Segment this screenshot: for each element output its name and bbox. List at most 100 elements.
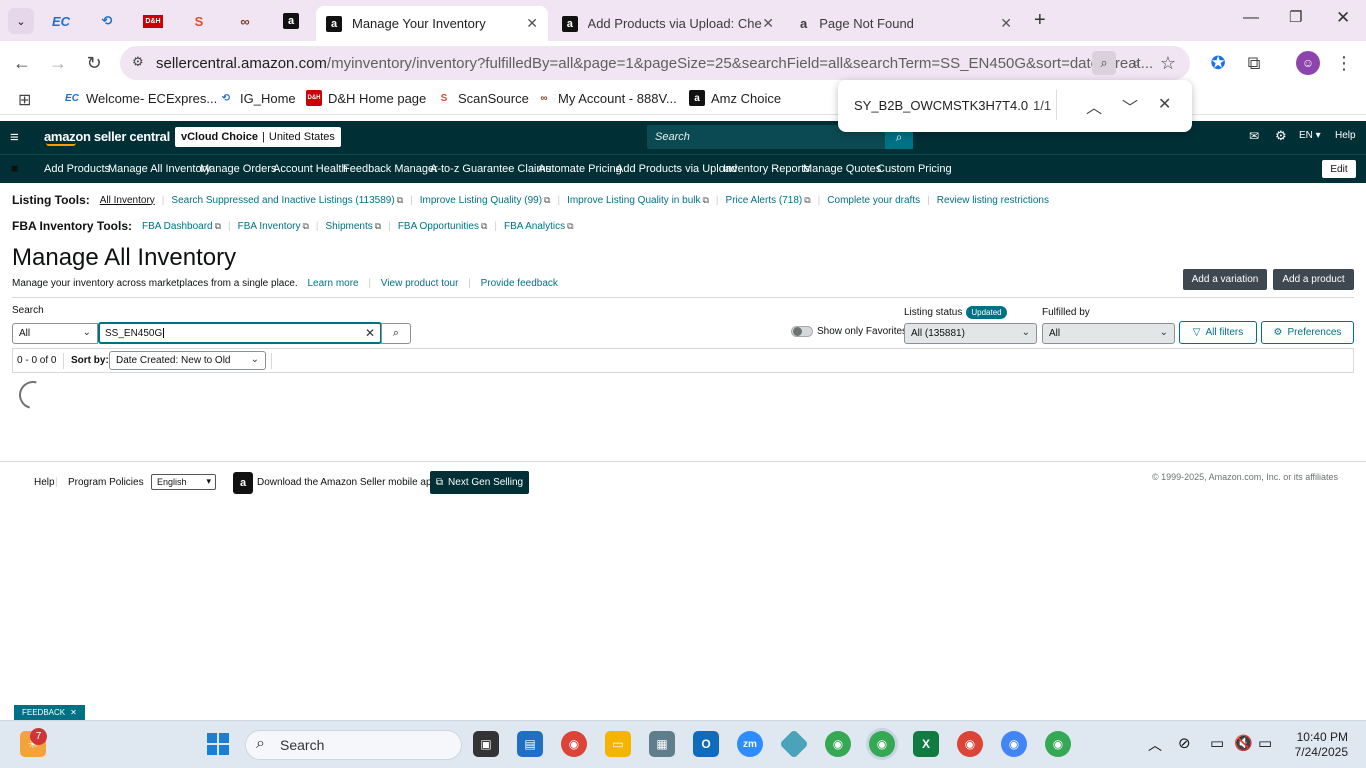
find-input[interactable]: SY_B2B_OWCMSTK3H7T4.0 <box>854 98 1028 113</box>
link-provide-feedback[interactable]: Provide feedback <box>481 278 558 289</box>
nav-automate-pricing[interactable]: Automate Pricing <box>538 163 622 175</box>
nav-edit-button[interactable]: Edit <box>1322 160 1356 178</box>
task-view-icon[interactable]: ▣ <box>473 731 499 757</box>
apps-grid-icon[interactable]: ⊞ <box>18 90 31 110</box>
chevron-up-icon[interactable]: ︿ <box>1086 94 1102 118</box>
pinned-tab-dh[interactable]: D&H <box>138 6 168 36</box>
forward-button[interactable]: → <box>46 51 70 75</box>
pinned-tab-scansource[interactable]: S <box>184 6 214 36</box>
search-input[interactable]: SS_EN450G ✕ <box>98 322 382 344</box>
link-improve-listing-quality[interactable]: Improve Listing Quality (99) <box>420 195 542 206</box>
bookmark-amz-choice[interactable]: a Amz Choice <box>689 90 781 106</box>
link-all-inventory[interactable]: All Inventory <box>100 195 155 206</box>
site-info-icon[interactable]: ⚙ <box>132 54 144 70</box>
battery-icon[interactable]: ▭ <box>1258 734 1272 752</box>
link-review-restrictions[interactable]: Review listing restrictions <box>937 195 1049 206</box>
link-fba-analytics[interactable]: FBA Analytics <box>504 221 565 232</box>
find-in-page-icon[interactable]: ⌕ <box>1092 51 1116 75</box>
gear-icon[interactable]: ⚙ <box>1275 128 1287 144</box>
windows-start-icon[interactable] <box>205 731 231 757</box>
link-learn-more[interactable]: Learn more <box>307 278 358 289</box>
tab-add-products-upload[interactable]: a Add Products via Upload: Chec ✕ <box>552 6 784 41</box>
bookmark-icon[interactable]: ◼ <box>11 163 18 174</box>
link-improve-quality-bulk[interactable]: Improve Listing Quality in bulk <box>567 195 700 206</box>
chrome-profile-active-icon[interactable]: ◉ <box>869 731 895 757</box>
maximize-button[interactable]: ❐ <box>1289 8 1302 26</box>
pinned-tab-amazon[interactable]: a <box>276 6 306 36</box>
tab-manage-inventory[interactable]: a Manage Your Inventory ✕ <box>316 6 548 41</box>
close-icon[interactable]: ✕ <box>1000 15 1012 32</box>
bookmark-ecexpress[interactable]: EC Welcome- ECExpres... <box>64 90 217 106</box>
account-switcher[interactable]: vCloud Choice | United States <box>175 127 341 147</box>
pinned-tab-ec[interactable]: EC <box>46 6 76 36</box>
close-icon[interactable]: ✕ <box>1158 94 1171 114</box>
link-shipments[interactable]: Shipments <box>326 221 373 232</box>
zoom-icon[interactable]: ⌕ <box>1124 51 1148 75</box>
calculator-icon[interactable]: ▦ <box>649 731 675 757</box>
taskbar-search[interactable]: ⌕ Search <box>245 730 462 760</box>
link-price-alerts[interactable]: Price Alerts (718) <box>726 195 803 206</box>
footer-policies-link[interactable]: Program Policies <box>68 477 144 488</box>
footer-language-select[interactable]: English ▾ <box>151 474 216 490</box>
link-fba-dashboard[interactable]: FBA Dashboard <box>142 221 213 232</box>
add-variation-button[interactable]: Add a variation <box>1183 269 1267 290</box>
tab-search-button[interactable]: ⌄ <box>8 8 34 34</box>
outlook-icon[interactable]: O <box>693 731 719 757</box>
fulfilled-by-select[interactable]: All ⌄ <box>1042 323 1175 344</box>
zoom-app-icon[interactable]: zm <box>737 731 763 757</box>
nav-a-to-z-claims[interactable]: A-to-z Guarantee Claims <box>430 163 551 175</box>
file-explorer-icon[interactable]: ▭ <box>605 731 631 757</box>
clear-icon[interactable]: ✕ <box>365 326 375 340</box>
close-icon[interactable]: ✕ <box>70 708 77 717</box>
pinned-tab-myaccount[interactable]: ∞ <box>230 6 260 36</box>
link-fba-inventory[interactable]: FBA Inventory <box>238 221 301 232</box>
close-icon[interactable]: ✕ <box>526 15 538 32</box>
link-product-tour[interactable]: View product tour <box>381 278 459 289</box>
close-window-button[interactable]: ✕ <box>1336 8 1350 28</box>
taskbar-clock[interactable]: 10:40 PM 7/24/2025 <box>1290 730 1348 760</box>
profile-avatar[interactable]: ☺ <box>1296 51 1320 75</box>
help-link[interactable]: Help <box>1335 130 1356 141</box>
next-gen-selling-button[interactable]: ⧉ Next Gen Selling <box>430 471 529 494</box>
mail-icon[interactable]: ✉ <box>1249 129 1259 143</box>
all-filters-button[interactable]: ▽ All filters <box>1179 321 1257 344</box>
search-button[interactable]: ⌕ <box>381 323 411 344</box>
tab-page-not-found[interactable]: a Page Not Found ✕ <box>790 6 1022 41</box>
footer-app-link[interactable]: Download the Amazon Seller mobile app <box>257 477 437 488</box>
chrome-profile-icon[interactable]: ◉ <box>957 731 983 757</box>
feedback-tab[interactable]: FEEDBACK ✕ <box>14 705 85 720</box>
listing-status-select[interactable]: All (135881) ⌄ <box>904 323 1037 344</box>
footer-help-link[interactable]: Help <box>34 477 55 488</box>
bookmark-my-account[interactable]: ∞ My Account - 888V... <box>536 90 676 106</box>
link-suppressed-listings[interactable]: Search Suppressed and Inactive Listings … <box>171 195 394 206</box>
link-complete-drafts[interactable]: Complete your drafts <box>827 195 920 206</box>
hamburger-menu-icon[interactable]: ≡ <box>10 129 19 146</box>
favorites-toggle[interactable] <box>791 326 813 337</box>
nav-custom-pricing[interactable]: Custom Pricing <box>877 163 952 175</box>
chrome-profile-icon[interactable]: ◉ <box>825 731 851 757</box>
sort-select[interactable]: Date Created: New to Old ⌄ <box>109 351 266 370</box>
seller-central-logo[interactable]: amazon seller central <box>44 129 170 144</box>
bookmark-dh-home[interactable]: D&H D&H Home page <box>306 90 426 106</box>
back-button[interactable]: ← <box>10 51 34 75</box>
chrome-profile-icon[interactable]: ◉ <box>1045 731 1071 757</box>
nav-account-health[interactable]: Account Health <box>273 163 348 175</box>
nav-manage-orders[interactable]: Manage Orders <box>200 163 276 175</box>
store-icon[interactable]: ▤ <box>517 731 543 757</box>
language-selector[interactable]: EN ▾ <box>1299 130 1321 141</box>
nav-add-products[interactable]: Add Products <box>44 163 110 175</box>
close-icon[interactable]: ✕ <box>762 15 774 32</box>
browser-menu-icon[interactable]: ⋮ <box>1332 51 1356 75</box>
chevron-up-icon[interactable]: ︿ <box>1148 735 1162 755</box>
nav-feedback-manager[interactable]: Feedback Manager <box>343 163 438 175</box>
add-product-button[interactable]: Add a product <box>1273 269 1354 290</box>
bookmark-ig-home[interactable]: ⟲ IG_Home <box>218 90 296 106</box>
chrome-profile-icon[interactable]: ◉ <box>1001 731 1027 757</box>
chrome-icon[interactable]: ◉ <box>561 731 587 757</box>
app-diamond-icon[interactable] <box>779 729 809 759</box>
reload-button[interactable]: ↻ <box>82 51 106 75</box>
volume-icon[interactable]: 🔇 <box>1234 734 1253 752</box>
nav-manage-quotes[interactable]: Manage Quotes <box>803 163 881 175</box>
excel-icon[interactable]: X <box>913 731 939 757</box>
nav-manage-all-inventory[interactable]: Manage All Inventory <box>108 163 211 175</box>
